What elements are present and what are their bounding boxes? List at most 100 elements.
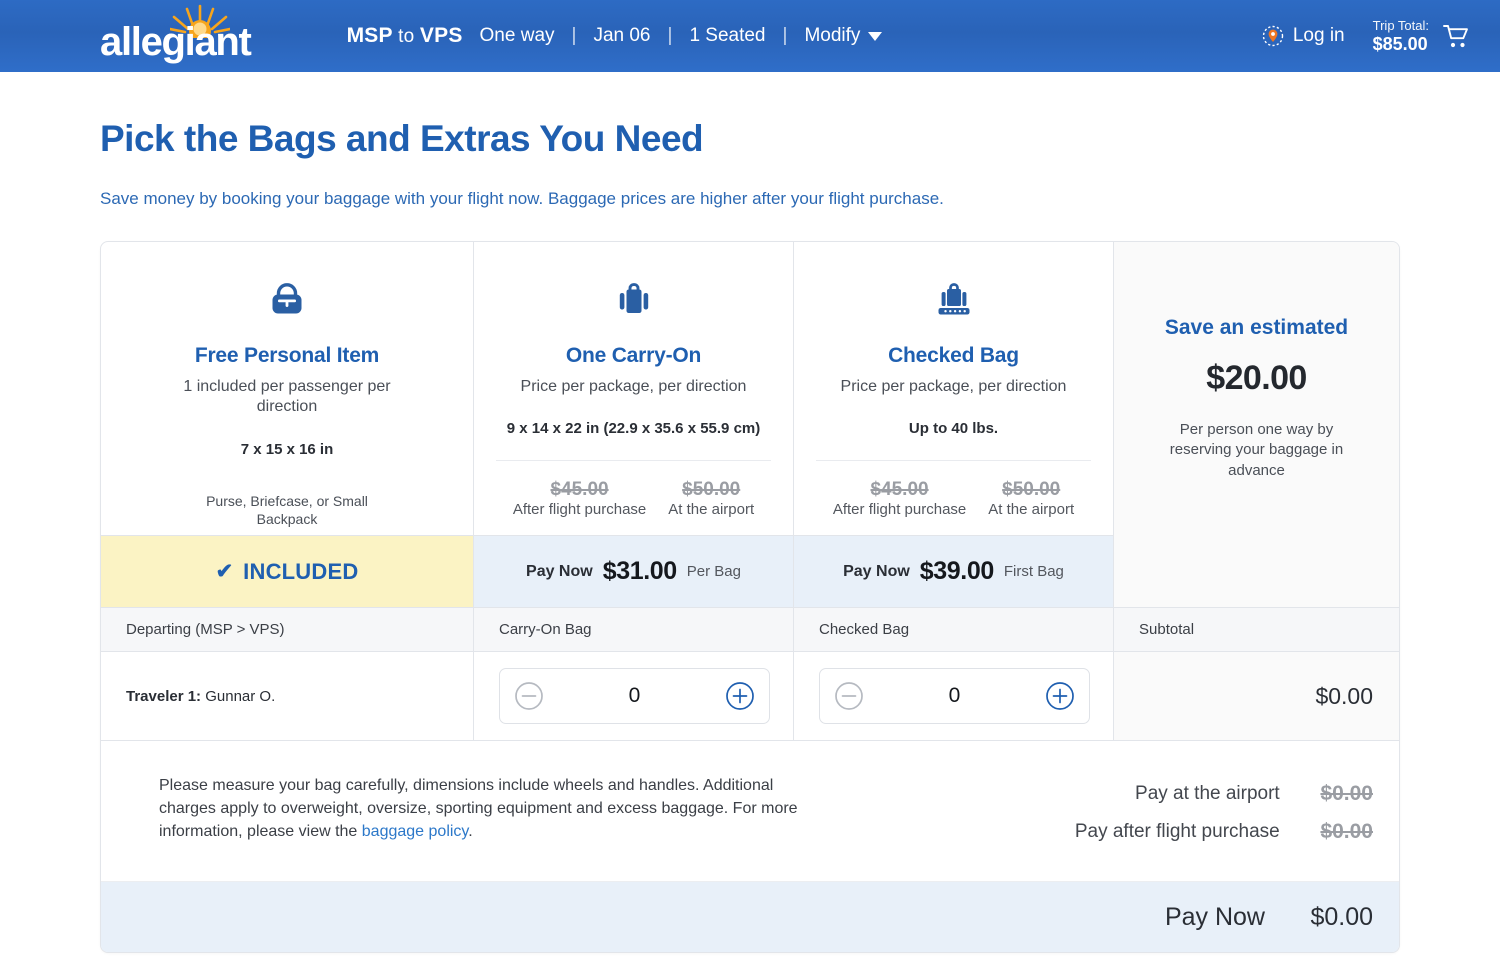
minus-circle-icon[interactable] bbox=[834, 681, 864, 711]
savings-amount: $20.00 bbox=[1206, 359, 1306, 398]
trip-total-amount: $85.00 bbox=[1373, 34, 1429, 55]
to-word: to bbox=[398, 26, 414, 47]
allegiant-logo[interactable]: allegiant bbox=[100, 8, 251, 64]
bag-card-carry-on: One Carry-On Price per package, per dire… bbox=[474, 242, 794, 607]
separator-2: | bbox=[668, 25, 673, 47]
route-summary: MSP to VPS bbox=[347, 24, 463, 48]
baggage-board: Free Personal Item 1 included per passen… bbox=[100, 241, 1400, 953]
icon-slot bbox=[933, 274, 975, 324]
price-caption: At the airport bbox=[668, 501, 754, 518]
shopping-cart-icon[interactable] bbox=[1443, 24, 1470, 49]
column-header-checked: Checked Bag bbox=[794, 608, 1114, 651]
chevron-down-icon bbox=[868, 32, 882, 41]
traveler-label: Traveler 1: bbox=[126, 688, 201, 705]
check-icon: ✔ bbox=[216, 559, 234, 584]
login-label: Log in bbox=[1293, 25, 1345, 47]
price-comparison: $45.00 After flight purchase $50.00 At t… bbox=[496, 460, 771, 535]
card-title: Free Personal Item bbox=[195, 344, 379, 368]
old-price: $50.00 bbox=[668, 479, 754, 501]
card-body: Free Personal Item 1 included per passen… bbox=[101, 242, 473, 535]
price-after-purchase: $45.00 After flight purchase bbox=[833, 479, 966, 519]
logo-wordmark: allegiant bbox=[100, 22, 251, 64]
row-subtotal: $0.00 bbox=[1114, 652, 1399, 740]
modify-label: Modify bbox=[804, 25, 860, 47]
trip-date: Jan 06 bbox=[593, 25, 650, 47]
card-footer-paynow: Pay Now $31.00 Per Bag bbox=[474, 535, 793, 607]
column-header-carry-on: Carry-On Bag bbox=[474, 608, 794, 651]
total-value: $0.00 bbox=[1304, 820, 1399, 844]
savings-title: Save an estimated bbox=[1165, 316, 1348, 340]
paynow-amount: $39.00 bbox=[920, 557, 994, 586]
pay-now-value: $0.00 bbox=[1289, 903, 1399, 932]
checked-bag-cell: 0 bbox=[794, 652, 1114, 740]
card-note: Purse, Briefcase, or Small Backpack bbox=[187, 492, 387, 528]
card-body: One Carry-On Price per package, per dire… bbox=[474, 242, 793, 535]
site-header: allegiant MSP to VPS One way | Jan 06 | … bbox=[0, 0, 1500, 72]
pay-now-bar: Pay Now $0.00 bbox=[101, 882, 1399, 952]
paynow-unit: Per Bag bbox=[687, 563, 741, 580]
price-comparison: $45.00 After flight purchase $50.00 At t… bbox=[816, 460, 1091, 535]
total-label: Pay after flight purchase bbox=[831, 821, 1304, 843]
itinerary-summary: MSP to VPS One way | Jan 06 | 1 Seated |… bbox=[347, 24, 883, 48]
card-subtitle: Price per package, per direction bbox=[841, 377, 1067, 397]
paynow-label: Pay Now bbox=[843, 563, 910, 581]
checked-bag-quantity-value: 0 bbox=[949, 684, 961, 708]
baggage-policy-link[interactable]: baggage policy bbox=[362, 823, 468, 840]
plus-circle-icon[interactable] bbox=[1045, 681, 1075, 711]
total-line-after-purchase: Pay after flight purchase $0.00 bbox=[831, 813, 1399, 851]
checked-bag-quantity-stepper[interactable]: 0 bbox=[819, 668, 1090, 724]
totals-block: Pay at the airport $0.00 Pay after fligh… bbox=[831, 741, 1399, 881]
origin-code: MSP bbox=[347, 24, 393, 47]
separator-1: | bbox=[572, 25, 577, 47]
page-content: Pick the Bags and Extras You Need Save m… bbox=[0, 118, 1500, 953]
card-footer-paynow: Pay Now $39.00 First Bag bbox=[794, 535, 1113, 607]
pay-now-label: Pay Now bbox=[101, 903, 1289, 932]
purse-bag-icon bbox=[266, 278, 308, 320]
bag-card-checked: Checked Bag Price per package, per direc… bbox=[794, 242, 1114, 607]
card-dimensions: 9 x 14 x 22 in (22.9 x 35.6 x 55.9 cm) bbox=[507, 420, 761, 437]
old-price: $50.00 bbox=[988, 479, 1074, 501]
bag-card-personal-item: Free Personal Item 1 included per passen… bbox=[101, 242, 474, 607]
table-header-row: Departing (MSP > VPS) Carry-On Bag Check… bbox=[101, 607, 1399, 652]
account-pin-icon bbox=[1262, 25, 1284, 47]
separator-3: | bbox=[783, 25, 788, 47]
plus-circle-icon[interactable] bbox=[725, 681, 755, 711]
savings-panel: Save an estimated $20.00 Per person one … bbox=[1114, 242, 1399, 607]
disclaimer-period: . bbox=[468, 823, 472, 840]
column-header-subtotal: Subtotal bbox=[1114, 608, 1399, 651]
paynow-label: Pay Now bbox=[526, 563, 593, 581]
carry-on-quantity-stepper[interactable]: 0 bbox=[499, 668, 770, 724]
savings-note: Per person one way by reserving your bag… bbox=[1160, 420, 1354, 481]
card-subtitle: Price per package, per direction bbox=[521, 377, 747, 397]
minus-circle-icon[interactable] bbox=[514, 681, 544, 711]
trip-total-label: Trip Total: bbox=[1373, 18, 1429, 34]
paynow-amount: $31.00 bbox=[603, 557, 677, 586]
table-row: Traveler 1: Gunnar O. 0 bbox=[101, 652, 1399, 741]
seat-count: 1 Seated bbox=[689, 25, 765, 47]
price-at-airport: $50.00 At the airport bbox=[668, 479, 754, 519]
bag-options-row: Free Personal Item 1 included per passen… bbox=[101, 242, 1399, 607]
disclaimer-text: Please measure your bag carefully, dimen… bbox=[159, 777, 798, 840]
card-footer-included: ✔ INCLUDED bbox=[101, 535, 473, 607]
price-caption: After flight purchase bbox=[833, 501, 966, 518]
total-value: $0.00 bbox=[1304, 782, 1399, 806]
old-price: $45.00 bbox=[833, 479, 966, 501]
page-subtitle: Save money by booking your baggage with … bbox=[100, 189, 1400, 209]
carry-on-cell: 0 bbox=[474, 652, 794, 740]
icon-slot bbox=[613, 274, 655, 324]
trip-total[interactable]: Trip Total: $85.00 bbox=[1373, 18, 1470, 55]
modify-button[interactable]: Modify bbox=[804, 25, 882, 47]
price-caption: At the airport bbox=[988, 501, 1074, 518]
icon-slot bbox=[266, 274, 308, 324]
baggage-disclaimer: Please measure your bag carefully, dimen… bbox=[101, 741, 831, 881]
trip-type: One way bbox=[480, 25, 555, 47]
checked-bag-icon bbox=[933, 278, 975, 320]
card-subtitle: 1 included per passenger per direction bbox=[172, 377, 402, 418]
card-dimensions: 7 x 15 x 16 in bbox=[241, 441, 334, 458]
total-line-airport: Pay at the airport $0.00 bbox=[831, 775, 1399, 813]
carry-on-bag-icon bbox=[613, 278, 655, 320]
lower-section: Please measure your bag carefully, dimen… bbox=[101, 741, 1399, 882]
paynow-unit: First Bag bbox=[1004, 563, 1064, 580]
login-button[interactable]: Log in bbox=[1262, 25, 1345, 47]
destination-code: VPS bbox=[420, 24, 463, 47]
